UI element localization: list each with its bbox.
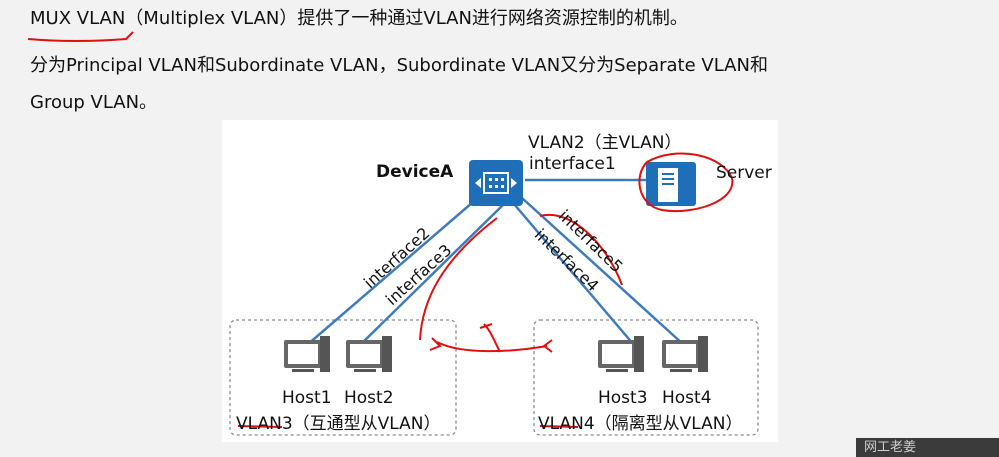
interface1-label: interface1 — [529, 154, 616, 174]
intro-line-3: Group VLAN。 — [30, 92, 158, 113]
vlan4-label: VLAN4（隔离型从VLAN） — [538, 414, 743, 434]
vlan2-label: VLAN2（主VLAN） — [528, 133, 682, 153]
host1-computer-icon — [284, 336, 330, 372]
intro-line-1: MUX VLAN（Multiplex VLAN）提供了一种通过VLAN进行网络资… — [30, 8, 688, 29]
server-label: Server — [716, 163, 772, 183]
server-icon — [646, 162, 696, 206]
host4-computer-icon — [662, 336, 708, 372]
host1-label: Host1 — [282, 388, 332, 408]
host2-label: Host2 — [344, 388, 394, 408]
host4-label: Host4 — [662, 388, 712, 408]
mux-vlan-topology-diagram: DeviceA VLAN2（主VLAN） interface1 Server i… — [222, 120, 778, 442]
switch-icon — [469, 160, 523, 206]
vlan3-label: VLAN3（互通型从VLAN） — [236, 414, 441, 434]
intro-line-2: 分为Principal VLAN和Subordinate VLAN，Subord… — [30, 55, 768, 76]
host2-computer-icon — [346, 336, 392, 372]
link-interface5 — [521, 197, 685, 346]
watermark: 网工老姜 — [856, 438, 999, 457]
device-a-label: DeviceA — [376, 162, 454, 182]
red-underline-annotation — [27, 31, 134, 42]
host3-label: Host3 — [598, 388, 648, 408]
host3-computer-icon — [598, 336, 644, 372]
